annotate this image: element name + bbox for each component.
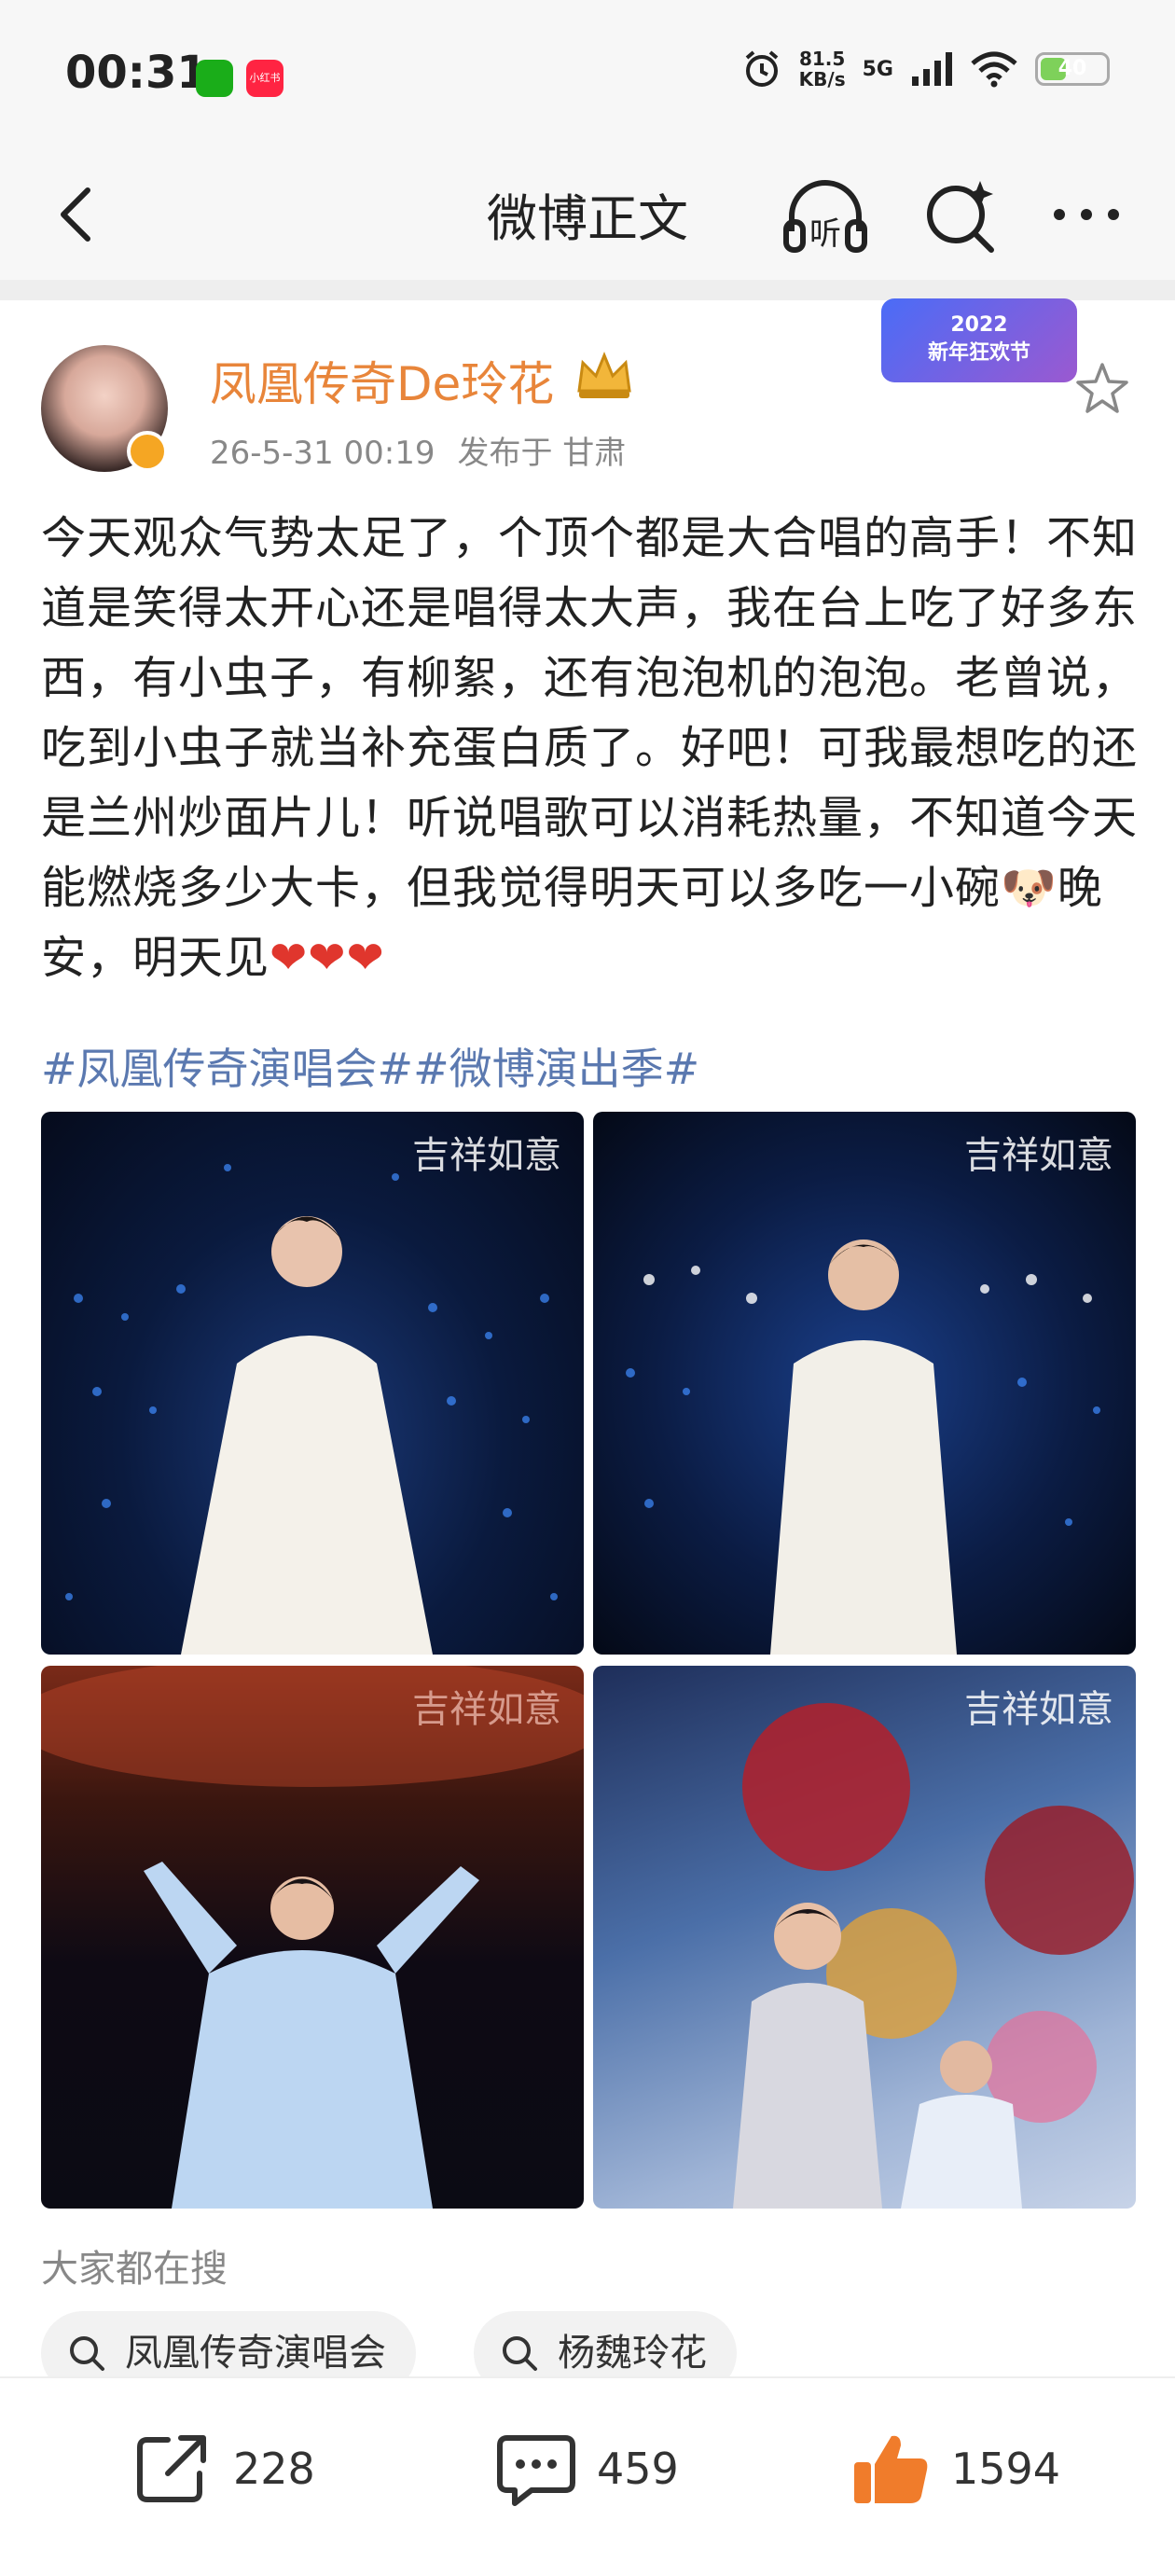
signal-icon <box>912 52 952 86</box>
thumbs-up-icon <box>854 2435 928 2503</box>
search-chip-label: 凤凰传奇演唱会 <box>125 2332 386 2375</box>
section-divider <box>0 280 1175 300</box>
post-location: 发布于 甘肃 <box>457 435 627 472</box>
topic-tags[interactable]: #凤凰传奇演唱会##微博演出季# <box>41 1035 699 1097</box>
festival-badge[interactable]: 2022 新年狂欢节 <box>881 298 1077 382</box>
post-time: 26-5-31 00:19 <box>210 435 435 472</box>
badge-year: 2022 <box>950 313 1008 337</box>
crown-icon[interactable] <box>574 350 635 400</box>
nav-bar: 微博正文 听 <box>0 149 1175 280</box>
heart-emojis: ❤❤❤ <box>270 932 385 984</box>
listen-label: 听 <box>809 215 841 253</box>
photo-4[interactable]: 吉祥如意 <box>593 1666 1136 2209</box>
network-type: 5G <box>862 57 893 81</box>
comment-icon <box>497 2435 575 2506</box>
status-bar: 00:31 小红书 81.5 KB/s 5G 40 <box>0 0 1175 149</box>
search-icon <box>503 2336 537 2371</box>
photo-3-scene <box>41 1666 584 2209</box>
like-count: 1594 <box>951 2444 1061 2494</box>
photo-4-scene <box>733 1703 1134 2209</box>
trending-search-label: 大家都在搜 <box>41 2248 228 2291</box>
repost-count: 228 <box>233 2444 315 2494</box>
search-icon <box>70 2336 104 2371</box>
search-icon[interactable] <box>919 173 1002 257</box>
wechat-icon <box>196 60 233 97</box>
wifi-icon <box>971 51 1017 88</box>
battery-level: 40 <box>1058 57 1087 80</box>
post-meta: 26-5-31 00:19 发布于 甘肃 <box>210 427 648 473</box>
post-text: 今天观众气势太足了，个顶个都是大合唱的高手！不知道是笑得太开心还是唱得太大声，我… <box>41 504 1141 993</box>
photo-2[interactable]: 吉祥如意 <box>593 1112 1136 1655</box>
photo-3[interactable]: 吉祥如意 <box>41 1666 584 2209</box>
badge-text: 新年狂欢节 <box>927 341 1030 365</box>
comment-button[interactable]: 459 <box>494 2427 679 2511</box>
photo-2-scene <box>626 1240 1100 1655</box>
comment-count: 459 <box>597 2444 679 2494</box>
xiaohongshu-icon: 小红书 <box>246 60 283 97</box>
photo-1-scene <box>65 1164 558 1655</box>
status-time: 00:31 <box>65 47 208 99</box>
net-speed: 81.5 KB/s <box>798 48 846 90</box>
repost-button[interactable]: 228 <box>131 2427 315 2511</box>
photo-1[interactable]: 吉祥如意 <box>41 1112 584 1655</box>
username[interactable]: 凤凰传奇De玲花 <box>210 347 554 414</box>
like-button[interactable]: 1594 <box>849 2427 1060 2511</box>
favorite-star-icon[interactable] <box>1072 359 1132 419</box>
more-options-icon[interactable] <box>1044 177 1128 252</box>
post-body: 今天观众气势太足了，个顶个都是大合唱的高手！不知道是笑得太开心还是唱得太大声，我… <box>41 512 1139 984</box>
battery-icon: 40 <box>1035 52 1110 86</box>
search-chip-label: 杨魏玲花 <box>558 2332 707 2375</box>
verified-badge-icon <box>127 431 168 472</box>
alarm-icon <box>745 50 778 87</box>
listen-headphones-icon[interactable]: 听 <box>779 173 872 257</box>
status-indicators: 81.5 KB/s 5G 40 <box>741 48 1110 90</box>
repost-icon <box>137 2435 206 2502</box>
bottom-action-bar: 228 459 1594 <box>0 2376 1175 2576</box>
